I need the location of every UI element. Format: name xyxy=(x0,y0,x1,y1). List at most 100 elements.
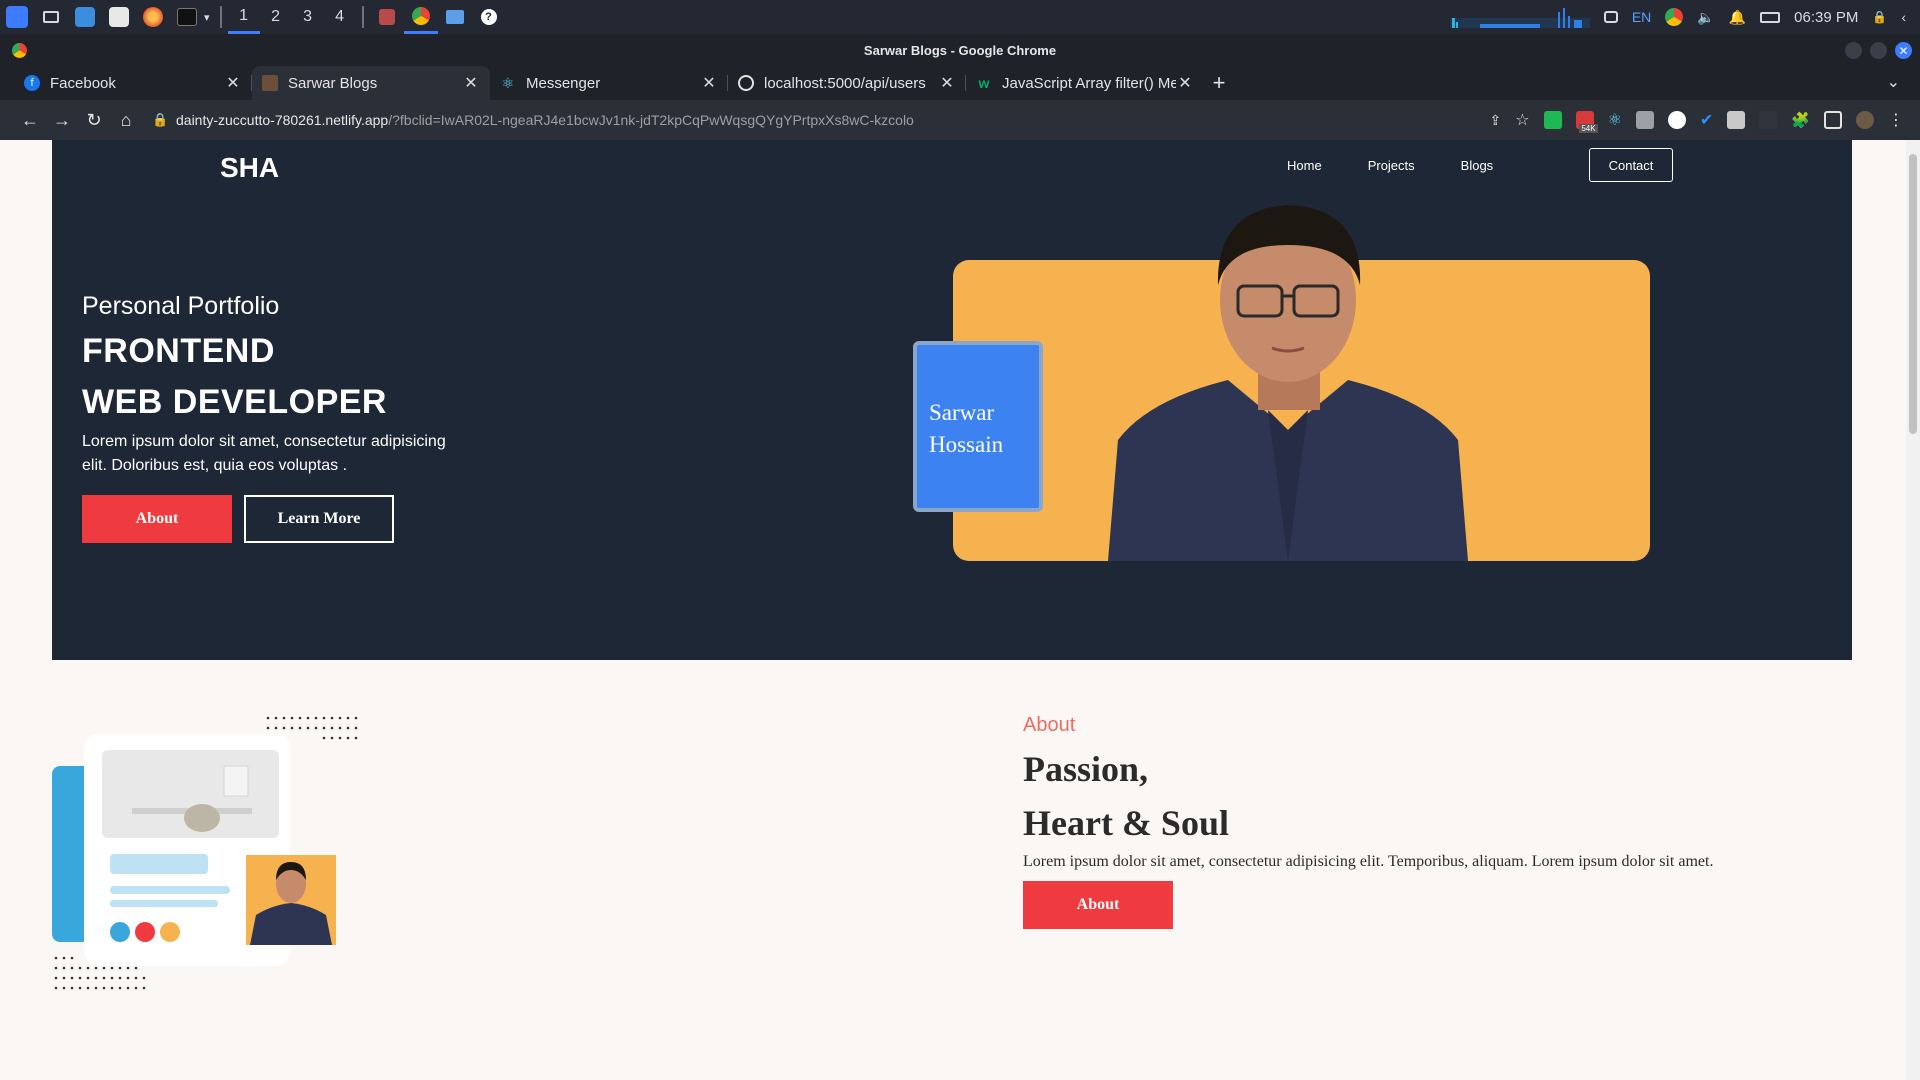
facebook-icon: f xyxy=(24,75,40,91)
chrome-tray-icon[interactable] xyxy=(1665,8,1684,26)
back-button[interactable]: ← xyxy=(14,104,46,136)
bell-icon[interactable]: 🔔 xyxy=(1729,9,1746,26)
hero-title-line-1: FRONTEND xyxy=(82,332,275,370)
about-heading-line-2: Heart & Soul xyxy=(1023,803,1229,843)
forward-button[interactable]: → xyxy=(46,104,78,136)
taskbar-window-app[interactable] xyxy=(370,0,404,34)
learn-more-button[interactable]: Learn More xyxy=(244,495,394,543)
notification-bubble-icon[interactable] xyxy=(1603,11,1618,23)
close-tab-icon[interactable]: ✕ xyxy=(938,73,956,93)
tab-sarwar-blogs[interactable]: Sarwar Blogs ✕ xyxy=(252,66,490,100)
extension-gray-icon[interactable] xyxy=(1727,111,1746,129)
maximize-button[interactable] xyxy=(1870,42,1887,59)
workspace-4[interactable]: 4 xyxy=(324,0,356,34)
minimize-button[interactable] xyxy=(1845,42,1862,59)
arrow-right-icon: → xyxy=(53,109,71,130)
extension-mail-icon[interactable]: 54K xyxy=(1575,111,1598,133)
clock[interactable]: 06:39 PM xyxy=(1794,9,1858,26)
extension-badge: 54K xyxy=(1579,124,1598,133)
share-icon[interactable]: ⇪ xyxy=(1489,112,1501,129)
lock-icon[interactable]: 🔒 xyxy=(1872,10,1887,24)
home-button[interactable]: ⌂ xyxy=(110,104,142,136)
close-tab-icon[interactable]: ✕ xyxy=(224,73,242,93)
reload-icon: ↻ xyxy=(86,109,102,130)
tab-title: Messenger xyxy=(526,74,601,92)
network-graph-svg xyxy=(1449,8,1590,28)
close-tab-icon[interactable]: ✕ xyxy=(700,73,718,93)
contact-button[interactable]: Contact xyxy=(1589,148,1673,182)
tab-javascript-filter[interactable]: w JavaScript Array filter() Me ✕ xyxy=(966,66,1204,100)
kebab-menu-icon[interactable]: ⋮ xyxy=(1888,110,1904,130)
browser-toolbar: ← → ↻ ⌂ 🔒 dainty-zuccutto-780261.netlify… xyxy=(0,100,1920,140)
tab-title: localhost:5000/api/users xyxy=(764,74,926,92)
kali-dragon-icon xyxy=(6,6,28,28)
about-section-label: About xyxy=(1023,714,1076,736)
site-logo[interactable]: SHA xyxy=(220,152,279,184)
nav-link-home[interactable]: Home xyxy=(1287,158,1322,173)
close-window-button[interactable]: ✕ xyxy=(1895,42,1912,59)
workspace-1[interactable]: 1 xyxy=(227,0,260,34)
extension-circle-icon[interactable] xyxy=(1667,111,1686,129)
name-first: Sarwar xyxy=(929,400,995,425)
workspace-2[interactable]: 2 xyxy=(260,0,292,34)
side-panel-icon[interactable] xyxy=(1824,111,1842,129)
reload-button[interactable]: ↻ xyxy=(78,104,110,136)
about-description: Lorem ipsum dolor sit amet, consectetur … xyxy=(1023,853,1714,870)
text-editor-launcher[interactable] xyxy=(102,0,136,34)
chrome-icon xyxy=(411,6,430,25)
extension-green-icon[interactable] xyxy=(1543,111,1562,129)
tab-title: JavaScript Array filter() Me xyxy=(1002,74,1176,92)
tab-search-button[interactable]: ⌄ xyxy=(1887,72,1900,92)
nav-link-projects[interactable]: Projects xyxy=(1368,158,1415,173)
extension-check-icon[interactable]: ✔ xyxy=(1700,110,1713,130)
page-scrollbar[interactable] xyxy=(1906,140,1920,1080)
tab-localhost-api[interactable]: localhost:5000/api/users ✕ xyxy=(728,66,966,100)
new-tab-button[interactable]: + xyxy=(1204,66,1234,100)
launcher-dropdown[interactable]: ▾ xyxy=(204,11,210,24)
extension-pen-icon[interactable] xyxy=(1635,111,1654,129)
plus-icon: + xyxy=(1212,70,1226,95)
puzzle-icon[interactable]: 🧩 xyxy=(1791,111,1810,129)
site-info-lock-icon[interactable]: 🔒 xyxy=(152,112,176,128)
language-indicator[interactable]: EN xyxy=(1632,9,1651,25)
terminal-icon xyxy=(177,8,197,26)
taskbar-separator xyxy=(219,6,222,28)
react-devtools-icon[interactable]: ⚛ xyxy=(1608,110,1622,130)
tab-title: Facebook xyxy=(50,74,116,92)
tab-facebook[interactable]: f Facebook ✕ xyxy=(14,66,252,100)
scrollbar-thumb[interactable] xyxy=(1909,154,1917,434)
tab-messenger[interactable]: ⚛ Messenger ✕ xyxy=(490,66,728,100)
workspace-3[interactable]: 3 xyxy=(292,0,324,34)
taskbar-window-help[interactable]: ? xyxy=(472,0,506,34)
show-desktop-button[interactable] xyxy=(34,0,68,34)
about-section-button[interactable]: About xyxy=(1023,881,1173,929)
address-bar[interactable]: 🔒 dainty-zuccutto-780261.netlify.app /?f… xyxy=(152,104,914,136)
terminal-launcher[interactable] xyxy=(170,0,204,34)
firefox-launcher[interactable] xyxy=(136,0,170,34)
app-launcher-button[interactable] xyxy=(0,0,34,34)
nav-link-blogs[interactable]: Blogs xyxy=(1461,158,1494,173)
file-manager-launcher[interactable] xyxy=(68,0,102,34)
chevron-left-icon[interactable]: ‹ xyxy=(1901,9,1906,25)
main-nav: Home Projects Blogs xyxy=(1287,158,1493,173)
profile-avatar[interactable] xyxy=(1856,111,1874,129)
desktop-icon xyxy=(43,11,59,23)
hero-section: SHA Home Projects Blogs Contact Personal… xyxy=(52,140,1852,660)
sarwar-blogs-favicon xyxy=(262,75,278,91)
close-tab-icon[interactable]: ✕ xyxy=(462,73,480,93)
taskbar-separator xyxy=(361,6,364,28)
chevron-down-icon: ▾ xyxy=(204,11,210,24)
close-tab-icon[interactable]: ✕ xyxy=(1176,73,1194,93)
hero-about-button[interactable]: About xyxy=(82,495,232,543)
extension-dark-icon[interactable] xyxy=(1759,111,1778,129)
hero-title-line-2: WEB DEVELOPER xyxy=(82,383,387,421)
window-title: Sarwar Blogs - Google Chrome xyxy=(863,42,1057,58)
battery-icon[interactable] xyxy=(1760,11,1781,23)
taskbar-window-chrome[interactable] xyxy=(403,0,438,34)
tab-title: Sarwar Blogs xyxy=(288,74,378,92)
volume-icon[interactable]: 🔈 xyxy=(1697,9,1714,26)
window-controls: ✕ xyxy=(1845,42,1912,59)
arrow-left-icon: ← xyxy=(21,109,39,130)
bookmark-star-icon[interactable]: ☆ xyxy=(1515,110,1529,130)
taskbar-window-files[interactable] xyxy=(438,0,472,34)
